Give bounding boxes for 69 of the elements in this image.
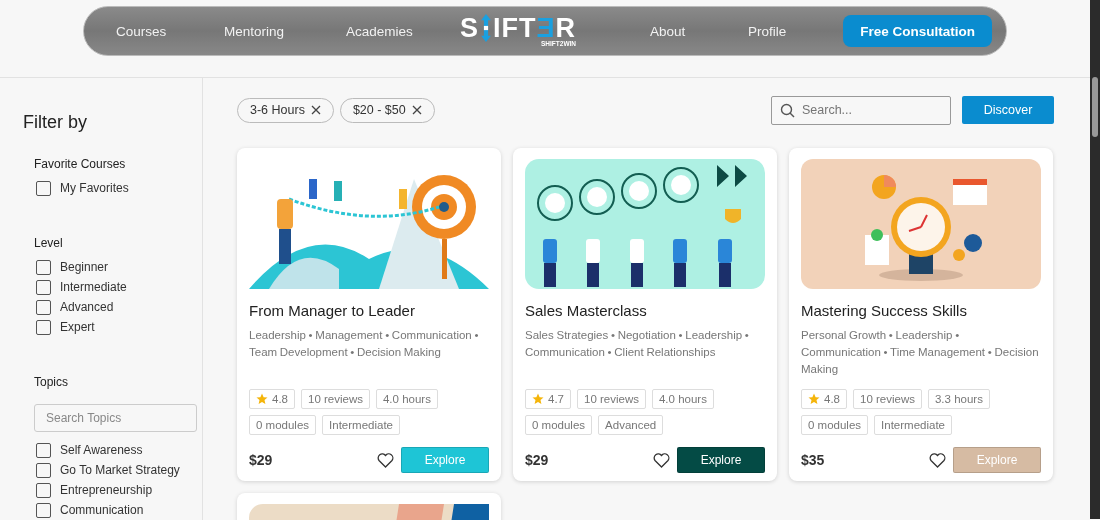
course-title[interactable]: Sales Masterclass [525, 302, 765, 319]
reviews-badge: 10 reviews [301, 389, 370, 409]
section-heading: Favorite Courses [34, 157, 127, 171]
star-icon [532, 393, 544, 405]
nav-link[interactable]: Mentoring [224, 23, 346, 39]
course-topics: Sales Strategies • Negotiation • Leadership • Communication • Client Relationships [525, 328, 750, 360]
checkbox[interactable] [36, 442, 51, 458]
explore-button[interactable]: Explore [401, 447, 489, 473]
section-heading: Level [34, 236, 64, 250]
filter-chip[interactable]: $20 - $50 [339, 97, 435, 123]
checkbox-label: Advanced [60, 300, 114, 314]
nav-link[interactable]: Profile [748, 23, 844, 39]
consultation-button[interactable]: Free Consultation [843, 15, 992, 47]
course-topics: Leadership • Management • Communication • Team Development • Decision Making [249, 328, 480, 360]
section-heading: Topics [34, 375, 69, 389]
course-title[interactable]: Mastering Success Skills [801, 302, 1041, 319]
filter-title: Filter by [23, 112, 88, 133]
nav-link[interactable]: Courses [116, 23, 224, 39]
checkbox-label: Entrepreneurship [60, 483, 153, 497]
modules-badge: 0 modules [801, 415, 869, 435]
hours-badge: 4.0 hours [651, 389, 714, 409]
explore-button[interactable]: Explore [677, 447, 765, 473]
checkbox-label: Beginner [60, 260, 109, 274]
heart-icon[interactable] [929, 452, 946, 468]
checkbox-label: My Favorites [60, 181, 129, 195]
rating-value: 4.7 [548, 393, 564, 405]
checkbox-label: Go To Market Strategy [60, 463, 180, 477]
level-badge: Intermediate [322, 415, 400, 435]
search-field[interactable]: Search... [771, 95, 951, 125]
checkbox[interactable] [36, 259, 51, 275]
close-icon[interactable] [310, 105, 321, 115]
hours-badge: 3.3 hours [927, 389, 990, 409]
course-title[interactable]: From Manager to Leader [249, 302, 489, 319]
search-icon [780, 102, 795, 118]
checkbox[interactable] [36, 180, 51, 196]
heart-icon[interactable] [377, 452, 394, 468]
modules-badge: 0 modules [525, 415, 593, 435]
checkbox-label: Intermediate [60, 280, 127, 294]
heart-icon[interactable] [653, 452, 670, 468]
checkbox[interactable] [36, 299, 51, 315]
nav-link[interactable]: About [650, 23, 749, 39]
checkbox[interactable] [36, 462, 51, 478]
filter-chip[interactable]: 3-6 Hours [237, 97, 334, 123]
nav-link[interactable]: Academies [346, 23, 460, 39]
scrollbar[interactable] [1090, 0, 1100, 519]
discover-button[interactable]: Discover [962, 96, 1054, 124]
star-icon [256, 393, 268, 405]
checkbox[interactable] [36, 502, 51, 518]
checkbox-label: Communication [60, 503, 144, 517]
course-topics: Personal Growth • Leadership • Communication • Time Management • Decision Making [801, 328, 1040, 377]
hours-badge: 4.0 hours [375, 389, 438, 409]
level-badge: Advanced [598, 415, 664, 435]
course-price: $29 [249, 452, 274, 468]
reviews-badge: 10 reviews [853, 389, 922, 409]
checkbox-label: Self Awareness [60, 443, 143, 457]
rating-value: 4.8 [272, 393, 288, 405]
checkbox[interactable] [36, 279, 51, 295]
rating-value: 4.8 [824, 393, 840, 405]
checkbox-label: Expert [60, 320, 95, 334]
star-icon [808, 393, 820, 405]
topic-search-field[interactable]: Search Topics [34, 404, 197, 432]
close-icon[interactable] [411, 105, 422, 115]
modules-badge: 0 modules [249, 415, 317, 435]
checkbox[interactable] [36, 319, 51, 335]
reviews-badge: 10 reviews [577, 389, 646, 409]
course-price: $29 [525, 452, 550, 468]
level-badge: Intermediate [874, 415, 952, 435]
checkbox[interactable] [36, 482, 51, 498]
course-price: $35 [801, 452, 826, 468]
